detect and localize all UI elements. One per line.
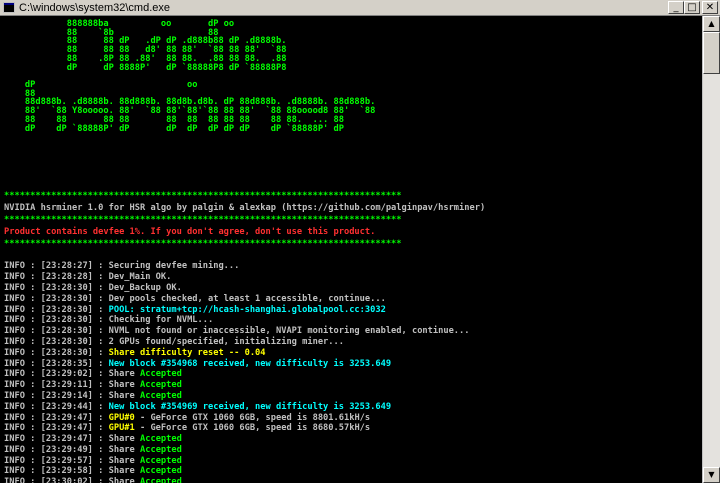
log-prefix: INFO : [23:29:49] :	[4, 444, 109, 455]
log-prefix: INFO : [23:28:30] :	[4, 326, 109, 337]
cmd-icon[interactable]	[3, 2, 15, 13]
log-prefix: INFO : [23:28:30] :	[4, 282, 109, 293]
log-prefix: INFO : [23:28:30] :	[4, 293, 109, 304]
log-text: Dev_Backup OK.	[108, 282, 182, 293]
banner-separator-mid: ****************************************…	[4, 215, 402, 226]
log-line: INFO : [23:29:11] : Share Accepted	[4, 380, 702, 391]
log-text: Share	[108, 477, 140, 483]
log-text: Dev_Main OK.	[108, 272, 172, 283]
log-line: INFO : [23:29:49] : Share Accepted	[4, 445, 702, 456]
vertical-scrollbar[interactable]: ▲ ▼	[702, 16, 720, 483]
log-prefix: INFO : [23:28:30] :	[4, 336, 109, 347]
log-line: INFO : [23:28:30] : Checking for NVML...	[4, 315, 702, 326]
log-line: INFO : [23:30:02] : Share Accepted	[4, 477, 702, 483]
log-highlight: Accepted	[140, 369, 182, 380]
log-prefix: INFO : [23:29:14] :	[4, 390, 109, 401]
log-list: INFO : [23:28:27] : Securing devfee mini…	[4, 261, 702, 483]
close-button[interactable]: ✕	[702, 1, 718, 14]
log-highlight: Accepted	[140, 455, 182, 466]
log-line: INFO : [23:29:58] : Share Accepted	[4, 466, 702, 477]
log-highlight: Accepted	[140, 434, 182, 445]
log-line: INFO : [23:28:28] : Dev_Main OK.	[4, 272, 702, 283]
log-highlight: Accepted	[140, 390, 182, 401]
log-highlight: POOL: stratum+tcp://hcash-shanghai.globa…	[108, 304, 386, 315]
log-line: INFO : [23:29:14] : Share Accepted	[4, 391, 702, 402]
log-line: INFO : [23:28:30] : Share difficulty res…	[4, 348, 702, 359]
log-prefix: INFO : [23:28:30] :	[4, 304, 109, 315]
log-highlight: Accepted	[140, 466, 182, 477]
log-text: Share	[108, 380, 140, 391]
log-prefix: INFO : [23:30:02] :	[4, 477, 109, 483]
log-text: Share	[108, 369, 140, 380]
scrollbar-thumb[interactable]	[703, 32, 720, 74]
log-text: Dev pools checked, at least 1 accessible…	[108, 293, 386, 304]
log-line: INFO : [23:29:02] : Share Accepted	[4, 369, 702, 380]
log-line: INFO : [23:28:35] : New block #354968 re…	[4, 359, 702, 370]
log-line: INFO : [23:29:47] : GPU#0 - GeForce GTX …	[4, 413, 702, 424]
maximize-button[interactable]: □	[684, 1, 700, 14]
window-title: C:\windows\system32\cmd.exe	[19, 2, 170, 14]
log-prefix: INFO : [23:28:30] :	[4, 347, 109, 358]
log-text: Checking for NVML...	[108, 315, 214, 326]
log-prefix: INFO : [23:28:27] :	[4, 261, 109, 272]
log-line: INFO : [23:28:30] : Dev_Backup OK.	[4, 283, 702, 294]
log-prefix: INFO : [23:29:47] :	[4, 423, 109, 434]
log-prefix: INFO : [23:28:28] :	[4, 272, 109, 283]
log-tail: - GeForce GTX 1060 6GB, speed is 8680.57…	[134, 423, 371, 434]
log-prefix: INFO : [23:29:02] :	[4, 369, 109, 380]
log-highlight: GPU#1	[108, 423, 135, 434]
log-line: INFO : [23:29:57] : Share Accepted	[4, 456, 702, 467]
log-prefix: INFO : [23:29:47] :	[4, 434, 109, 445]
log-prefix: INFO : [23:28:35] :	[4, 358, 109, 369]
log-tail: - GeForce GTX 1060 6GB, speed is 8801.61…	[134, 412, 371, 423]
banner-separator-top: ****************************************…	[4, 191, 402, 202]
log-text: Share	[108, 434, 140, 445]
log-prefix: INFO : [23:29:57] :	[4, 455, 109, 466]
log-prefix: INFO : [23:29:58] :	[4, 466, 109, 477]
console-output[interactable]: 888888ba oo dP oo 88 `8b 88 88 88 dP .dP…	[4, 16, 702, 483]
log-highlight: GPU#0	[108, 412, 135, 423]
log-highlight: Accepted	[140, 477, 182, 483]
minimize-button[interactable]: _	[668, 1, 684, 14]
log-text: Securing devfee mining...	[108, 261, 240, 272]
log-text: 2 GPUs found/specified, initializing min…	[108, 336, 344, 347]
scroll-down-arrow-icon[interactable]: ▼	[703, 467, 720, 483]
log-highlight: Accepted	[140, 444, 182, 455]
log-prefix: INFO : [23:29:11] :	[4, 380, 109, 391]
log-text: Share	[108, 466, 140, 477]
log-highlight: New block #354969 received, new difficul…	[108, 401, 392, 412]
log-line: INFO : [23:29:47] : GPU#1 - GeForce GTX …	[4, 423, 702, 434]
log-prefix: INFO : [23:29:44] :	[4, 401, 109, 412]
log-line: INFO : [23:28:30] : 2 GPUs found/specifi…	[4, 337, 702, 348]
log-line: INFO : [23:29:47] : Share Accepted	[4, 434, 702, 445]
log-highlight: Share difficulty reset -- 0.04	[108, 347, 266, 358]
log-text: Share	[108, 455, 140, 466]
log-line: INFO : [23:28:30] : NVML not found or in…	[4, 326, 702, 337]
log-text: Share	[108, 390, 140, 401]
log-highlight: New block #354968 received, new difficul…	[108, 358, 392, 369]
log-line: INFO : [23:28:30] : Dev pools checked, a…	[4, 294, 702, 305]
devfee-warning: Product contains devfee 1%. If you don't…	[4, 227, 376, 238]
ascii-logo: 888888ba oo dP oo 88 `8b 88 88 88 dP .dP…	[24, 19, 376, 134]
log-line: INFO : [23:28:27] : Securing devfee mini…	[4, 261, 702, 272]
banner-separator-bottom: ****************************************…	[4, 239, 402, 250]
log-prefix: INFO : [23:28:30] :	[4, 315, 109, 326]
log-highlight: Accepted	[140, 380, 182, 391]
log-text: NVML not found or inaccessible, NVAPI mo…	[108, 326, 470, 337]
title-bar[interactable]: C:\windows\system32\cmd.exe _ □ ✕	[0, 0, 720, 16]
scroll-up-arrow-icon[interactable]: ▲	[703, 16, 720, 32]
log-prefix: INFO : [23:29:47] :	[4, 412, 109, 423]
log-line: INFO : [23:28:30] : POOL: stratum+tcp://…	[4, 305, 702, 316]
banner-info: NVIDIA hsrminer 1.0 for HSR algo by palg…	[4, 203, 486, 214]
log-line: INFO : [23:29:44] : New block #354969 re…	[4, 402, 702, 413]
log-text: Share	[108, 444, 140, 455]
